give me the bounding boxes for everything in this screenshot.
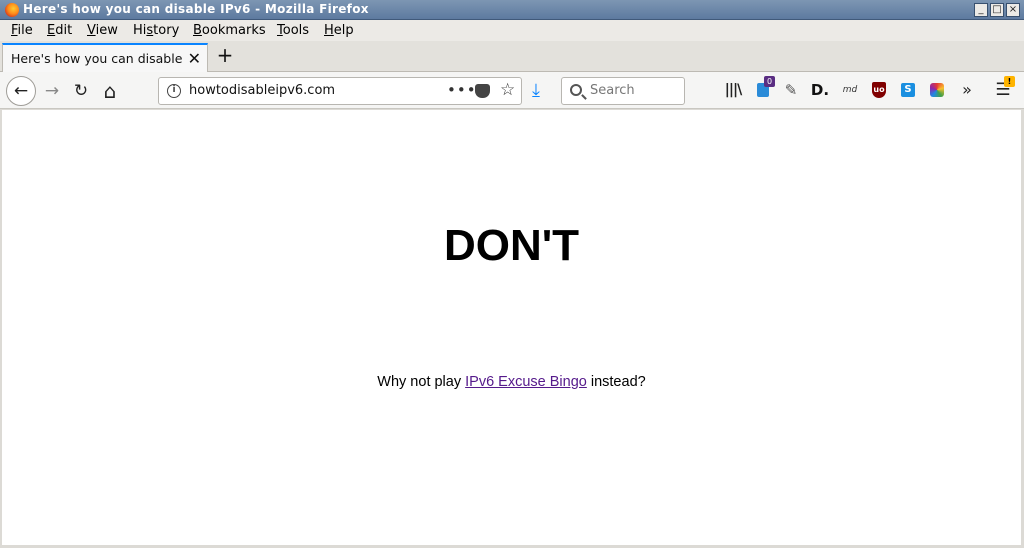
menu-edit[interactable]: Edit xyxy=(47,23,72,38)
menu-view[interactable]: View xyxy=(87,23,118,38)
maximize-button[interactable]: □ xyxy=(990,3,1004,17)
menu-bookmarks[interactable]: Bookmarks xyxy=(193,23,266,38)
extension-badge-icon[interactable]: 0 xyxy=(754,76,775,100)
back-button[interactable]: ← xyxy=(6,76,36,106)
ipv6-excuse-bingo-link[interactable]: IPv6 Excuse Bingo xyxy=(465,374,587,390)
ublock-shield-icon: uo xyxy=(872,82,886,98)
new-tab-button[interactable]: + xyxy=(215,45,235,67)
page-actions-icon[interactable]: ••• xyxy=(447,81,477,99)
page-headline: DON'T xyxy=(443,221,580,270)
tab-active[interactable]: Here's how you can disable IPv6 ✕ xyxy=(2,43,208,73)
ublock-icon[interactable]: uo xyxy=(869,80,889,100)
page-content: DON'T Why not play IPv6 Excuse Bingo ins… xyxy=(2,110,1021,545)
minimize-button[interactable]: _ xyxy=(974,3,988,17)
home-button[interactable]: ⌂ xyxy=(96,77,124,105)
markdown-extension-icon[interactable]: md xyxy=(840,80,860,100)
menu-tools[interactable]: Tools xyxy=(277,23,309,38)
hamburger-menu-icon[interactable]: ☰ ! xyxy=(993,76,1015,100)
extension-d-icon[interactable]: D. xyxy=(810,80,830,100)
search-icon xyxy=(570,84,582,96)
tab-title: Here's how you can disable IPv6 xyxy=(11,51,183,66)
menu-bar: File Edit View History Bookmarks Tools H… xyxy=(0,20,1024,41)
close-window-button[interactable]: × xyxy=(1006,3,1020,17)
search-input[interactable] xyxy=(590,83,680,98)
library-icon[interactable]: |||\ xyxy=(723,80,743,100)
extension-badge-count: 0 xyxy=(764,76,775,87)
menu-history[interactable]: History xyxy=(133,23,179,38)
subline-suffix: instead? xyxy=(586,374,646,390)
menu-file[interactable]: File xyxy=(11,23,33,38)
window-titlebar: Here's how you can disable IPv6 - Mozill… xyxy=(0,0,1024,20)
page-subline: Why not play IPv6 Excuse Bingo instead? xyxy=(2,374,1021,390)
search-box[interactable] xyxy=(561,77,685,105)
color-extension-icon[interactable] xyxy=(927,80,947,100)
window-title: Here's how you can disable IPv6 - Mozill… xyxy=(23,2,369,16)
extension-s-icon[interactable]: S xyxy=(898,80,918,100)
update-warning-icon: ! xyxy=(1004,76,1015,87)
eyedropper-icon[interactable]: ✎ xyxy=(781,80,801,100)
firefox-logo-icon xyxy=(5,3,19,17)
overflow-menu-icon[interactable]: » xyxy=(957,80,977,100)
extension-s-label: S xyxy=(901,83,915,97)
download-icon[interactable]: ⤓ xyxy=(532,80,540,101)
reload-button[interactable]: ↻ xyxy=(67,77,95,105)
url-bar[interactable]: i howtodisableipv6.com ••• ☆ xyxy=(158,77,522,105)
subline-prefix: Why not play xyxy=(377,374,466,390)
url-text[interactable]: howtodisableipv6.com xyxy=(189,83,335,98)
site-info-icon[interactable]: i xyxy=(167,84,181,98)
pocket-icon[interactable] xyxy=(475,84,490,98)
bookmark-star-icon[interactable]: ☆ xyxy=(500,80,515,100)
tab-close-icon[interactable]: ✕ xyxy=(188,49,201,68)
forward-button[interactable]: → xyxy=(38,77,66,105)
menu-help[interactable]: Help xyxy=(324,23,354,38)
tab-strip: Here's how you can disable IPv6 ✕ xyxy=(0,41,1024,73)
rainbow-square-icon xyxy=(930,83,944,97)
